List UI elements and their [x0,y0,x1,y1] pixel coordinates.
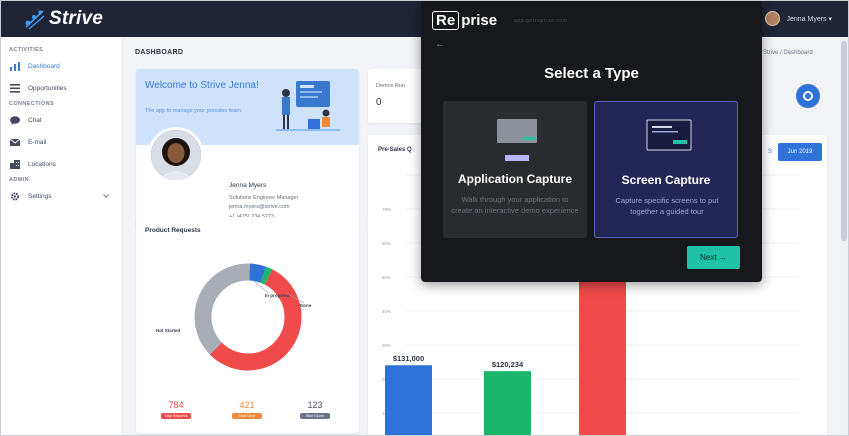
stat-value: 784 [168,400,184,410]
option-title: Screen Capture [621,173,711,187]
bar-chart-icon [10,61,20,71]
option-title: Application Capture [457,172,572,186]
mail-icon [10,138,20,146]
sidebar-item-label: Chat [28,116,42,124]
welcome-subtitle: The app to manage your presales team [145,108,242,114]
list-icon [10,83,20,93]
sidebar-section-activities: ACTIVITIES [9,47,44,53]
gear-icon [10,191,20,201]
sidebar: ACTIVITIES Dashboard Opportunities CONNE… [1,37,123,435]
sidebar-item-label: Dashboard [28,62,60,70]
sidebar-section-connections: CONNECTIONS [9,101,55,107]
product-requests-card: Product Requests In progress Done Not St… [136,217,359,433]
bar-c [484,371,531,435]
stat-badge: Total Done [232,413,262,419]
chart-title: Pre-Sales Q [378,147,412,153]
profile-email: jenna.myers@strive.com [229,204,290,210]
app-logo[interactable]: Strive [23,7,103,31]
donut-label-not-started: Not Started [156,328,181,333]
sidebar-item-locations[interactable]: Locations [1,153,122,175]
sidebar-section-admin: ADMIN [9,177,30,183]
sidebar-item-dashboard[interactable]: Dashboard [1,55,122,77]
strive-logo-icon [25,10,45,30]
reprise-logo-prise: prise [461,12,498,29]
person-photo-icon [151,130,201,180]
option-description: Walk through your application to create … [451,195,579,215]
profile-name: Jenna Myers [229,182,267,189]
floating-action-button[interactable] [796,84,820,108]
profile-photo [148,127,204,183]
welcome-card: Welcome to Strive Jenna! The app to mana… [136,69,359,229]
profile-role: Solutions Engineer Manager [229,195,299,201]
team-illustration-icon [276,81,340,131]
logo-text: Strive [49,8,104,29]
app-window-icon [497,119,537,161]
chat-icon [10,115,20,125]
screenshot-frame: Strive Jenna Myers ▾ ACTIVITIES Dashboar… [0,0,849,436]
stat-value: 421 [239,400,255,410]
chart-tab[interactable]: S [768,149,772,155]
bar-value-label: $120,234 [492,360,524,369]
reprise-logo: Re prise [432,11,497,30]
scrollbar-thumb[interactable] [841,41,847,241]
bar-value-label: $131,000 [393,354,424,363]
y-tick-label: 70% [382,207,391,212]
sidebar-item-label: E-mail [28,138,47,146]
circle-icon [803,91,813,101]
y-tick-label: 30% [382,343,391,348]
back-arrow-icon[interactable]: ← [435,39,451,51]
stat-total-requests: 784 Total Requests [153,400,199,419]
screen-capture-option[interactable]: Screen Capture Capture specific screens … [594,101,738,238]
scrollbar[interactable] [840,37,848,435]
stat-total-done: 421 Total Done [224,400,270,419]
avatar [765,11,781,26]
user-name: Jenna Myers ▾ [786,15,832,23]
screen-window-icon [646,119,692,151]
option-description: Capture specific screens to put together… [615,196,719,216]
demos-value: 0 [376,97,382,108]
sidebar-item-chat[interactable]: Chat [1,109,122,131]
sidebar-item-label: Opportunities [28,84,67,92]
reprise-modal: Re prise app.getreprise.com ← Select a T… [421,1,762,282]
stat-wont-done: 123 Won't Done [292,400,338,419]
bar-b [385,365,432,435]
modal-title: Select a Type [544,65,639,82]
sidebar-item-settings[interactable]: Settings [1,185,122,207]
application-capture-option[interactable]: Application Capture Walk through your ap… [443,101,587,238]
user-menu[interactable]: Jenna Myers ▾ [765,11,832,26]
next-button[interactable]: Next → [687,246,740,269]
donut-label-done: Done [300,303,312,308]
sidebar-item-label: Settings [28,192,52,200]
building-icon [10,159,20,169]
y-tick-label: 60% [382,241,391,246]
sidebar-item-opportunities[interactable]: Opportunities [1,77,122,99]
sidebar-item-label: Locations [28,160,56,168]
breadcrumb[interactable]: Strive / Dashboard [763,50,813,56]
page-title: DASHBOARD [135,49,184,56]
donut-label-in-progress: In progress [265,293,290,298]
stat-badge: Total Requests [161,413,191,419]
product-requests-title: Product Requests [145,227,201,234]
sidebar-item-email[interactable]: E-mail [1,131,122,153]
product-requests-donut [194,263,305,371]
demos-label: Demos Run [376,83,406,89]
y-tick-label: 50% [382,275,391,280]
y-tick-label: 40% [382,309,391,314]
chevron-down-icon [103,192,109,198]
welcome-title: Welcome to Strive Jenna! [145,80,259,91]
reprise-logo-re: Re [432,11,460,30]
stat-value: 123 [307,400,323,410]
chart-tab-active[interactable]: Jun 2019 [778,143,822,161]
modal-url: app.getreprise.com [514,18,568,24]
stat-badge: Won't Done [300,413,330,419]
